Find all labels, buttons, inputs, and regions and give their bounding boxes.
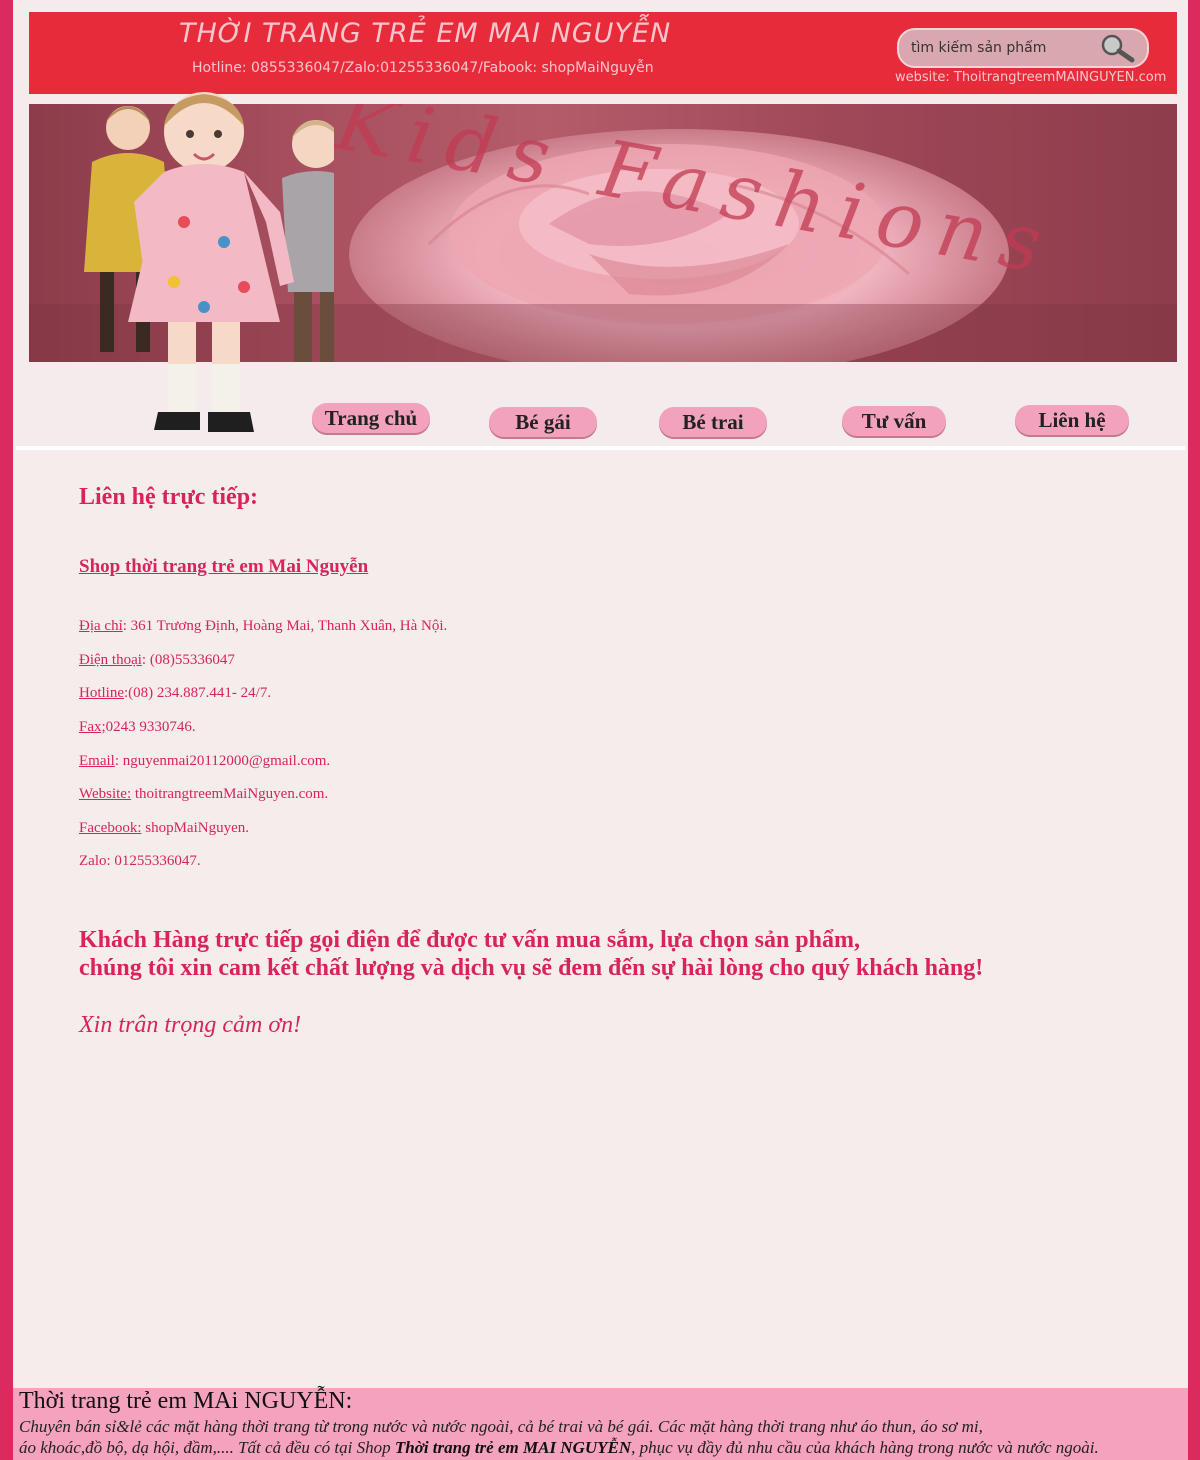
info-value: Zalo: 01255336047. — [79, 853, 201, 869]
search-input[interactable] — [909, 36, 1098, 60]
info-facebook: Facebook: shopMaiNguyen. — [79, 820, 249, 837]
footer-title: Thời trang trẻ em MAi NGUYỄN: — [19, 1388, 353, 1414]
info-value: :(08) 234.887.441- 24/7. — [124, 685, 272, 701]
info-value: 0243 9330746. — [105, 719, 196, 735]
info-hotline: Hotline:(08) 234.887.441- 24/7. — [79, 685, 271, 702]
info-value: : (08)55336047 — [141, 652, 235, 668]
info-value: : nguyenmai20112000@gmail.com. — [114, 753, 331, 769]
website-info: website: ThoitrangtreemMAINGUYEN.com — [895, 70, 1167, 85]
info-value: shopMaiNguyen. — [141, 820, 249, 836]
thanks-message: Xin trân trọng cảm ơn! — [79, 1012, 302, 1038]
info-website: Website: thoitrangtreemMaiNguyen.com. — [79, 786, 328, 803]
nav-lien-he[interactable]: Liên hệ — [1015, 405, 1129, 435]
footer-desc-pre: áo khoác,đồ bộ, dạ hội, đầm,.... Tất cả … — [19, 1438, 395, 1457]
info-value: : 361 Trương Định, Hoàng Mai, Thanh Xuân… — [122, 618, 448, 634]
nav-be-gai[interactable]: Bé gái — [489, 407, 597, 437]
site-title[interactable]: THỜI TRANG TRẺ EM MAI NGUYỄN — [179, 18, 671, 49]
page: THỜI TRANG TRẺ EM MAI NGUYỄN Hotline: 08… — [13, 0, 1188, 1460]
info-label: Điện thoại — [79, 652, 142, 668]
footer-desc-line-2: áo khoác,đồ bộ, dạ hội, đầm,.... Tất cả … — [19, 1437, 1099, 1458]
search-icon[interactable] — [1097, 32, 1137, 64]
info-email: Email: nguyenmai20112000@gmail.com. — [79, 753, 330, 770]
closing-message: Khách Hàng trực tiếp gọi điện để được tư… — [79, 926, 983, 982]
closing-line-2: chúng tôi xin cam kết chất lượng và dịch… — [79, 955, 984, 981]
footer-description: Chuyên bán sỉ&lẻ các mặt hàng thời trang… — [19, 1416, 1099, 1458]
info-label: Fax; — [79, 719, 106, 735]
nav-tu-van[interactable]: Tư vấn — [842, 406, 946, 436]
info-label: Địa chỉ — [79, 618, 123, 634]
info-label: Email — [79, 753, 115, 769]
info-address: Địa chỉ: 361 Trương Định, Hoàng Mai, Tha… — [79, 618, 447, 635]
nav-be-trai[interactable]: Bé trai — [659, 407, 767, 437]
info-phone: Điện thoại: (08)55336047 — [79, 652, 235, 669]
kids-illustration — [84, 92, 334, 432]
info-fax: Fax;0243 9330746. — [79, 719, 196, 736]
info-zalo: Zalo: 01255336047. — [79, 853, 201, 870]
shop-name-link[interactable]: Shop thời trang trẻ em Mai Nguyễn — [79, 556, 368, 578]
info-label: Facebook: — [79, 820, 142, 836]
closing-line-1: Khách Hàng trực tiếp gọi điện để được tư… — [79, 927, 860, 953]
search-box[interactable] — [897, 28, 1149, 68]
footer-desc-line-1: Chuyên bán sỉ&lẻ các mặt hàng thời trang… — [19, 1417, 983, 1436]
info-label: Hotline — [79, 685, 124, 701]
nav-trang-chu[interactable]: Trang chủ — [312, 403, 430, 433]
info-value: thoitrangtreemMaiNguyen.com. — [131, 786, 329, 802]
site-header: THỜI TRANG TRẺ EM MAI NGUYỄN Hotline: 08… — [16, 0, 1185, 450]
footer-shop-name: Thời trang trẻ em MAI NGUYỄN — [394, 1438, 632, 1457]
site-footer: Thời trang trẻ em MAi NGUYỄN: Chuyên bán… — [13, 1388, 1188, 1460]
footer-desc-post: , phục vụ đầy đủ nhu cầu của khách hàng … — [631, 1438, 1099, 1457]
contact-heading: Liên hệ trực tiếp: — [79, 484, 259, 510]
info-label: Website: — [79, 786, 132, 802]
